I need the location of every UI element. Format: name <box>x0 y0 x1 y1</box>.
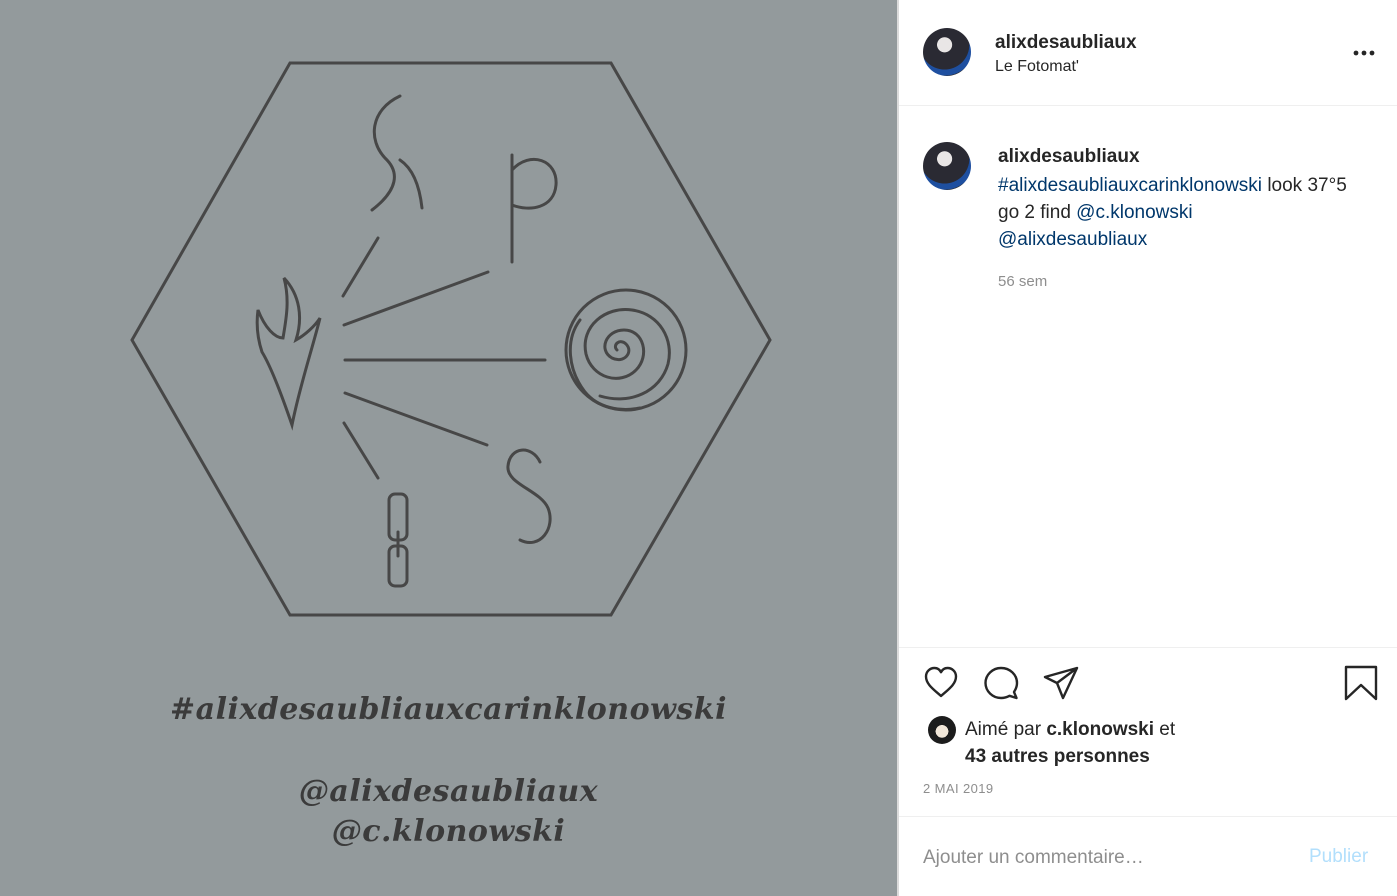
likes-middle: et <box>1154 719 1176 740</box>
more-horizontal-icon[interactable] <box>1351 40 1377 66</box>
paper-plane-icon[interactable] <box>1043 665 1079 701</box>
comment-bubble-icon[interactable] <box>983 665 1019 701</box>
flame-arrow-shape <box>255 276 322 431</box>
hexagon-outline <box>130 61 772 617</box>
image-handle-2: @c.klonowski <box>331 814 566 849</box>
header-location[interactable]: Le Fotomat' <box>995 58 1079 76</box>
liker-avatar[interactable] <box>928 716 956 744</box>
image-hashtag: #alixdesaubliauxcarinklonowski <box>170 692 727 727</box>
letter-s-top <box>370 94 424 212</box>
ray-1 <box>341 236 380 298</box>
post-image[interactable]: #alixdesaubliauxcarinklonowski @alixdesa… <box>0 0 897 896</box>
caption-username[interactable]: alixdesaubliaux <box>998 146 1140 168</box>
likes-others-link[interactable]: 43 autres personnes <box>965 746 1150 767</box>
caption-timestamp[interactable]: 56 sem <box>998 273 1047 290</box>
letter-p <box>510 153 558 264</box>
ray-4 <box>343 391 489 447</box>
likes-summary: Aimé par c.klonowski et 43 autres personn… <box>965 716 1265 770</box>
likes-prefix: Aimé par <box>965 719 1047 740</box>
caption-mention-1[interactable]: @c.klonowski <box>1076 202 1192 223</box>
caption-text: #alixdesaubliauxcarinklonowski look 37°5… <box>998 172 1358 253</box>
image-handle-1: @alixdesaubliaux <box>298 774 599 809</box>
caption-mention-2[interactable]: @alixdesaubliaux <box>998 229 1147 250</box>
bookmark-icon[interactable] <box>1343 665 1379 701</box>
comment-input[interactable] <box>923 842 1283 874</box>
publish-button[interactable]: Publier <box>1309 846 1368 868</box>
heart-icon[interactable] <box>923 665 959 701</box>
letter-s-bottom <box>506 448 552 544</box>
header-divider <box>899 105 1397 106</box>
post-side-panel: alixdesaubliaux Le Fotomat' alixdesaubli… <box>899 0 1397 896</box>
ray-2 <box>342 270 490 327</box>
header-username[interactable]: alixdesaubliaux <box>995 32 1137 54</box>
hexagon-emblem-illustration <box>130 61 772 617</box>
likes-user-link[interactable]: c.klonowski <box>1046 719 1154 740</box>
comment-divider <box>899 816 1397 817</box>
post-date[interactable]: 2 MAI 2019 <box>923 781 994 796</box>
caption-avatar[interactable] <box>923 142 971 190</box>
header-avatar[interactable] <box>923 28 971 76</box>
ray-5 <box>342 421 380 480</box>
actions-divider <box>899 647 1397 648</box>
caption-hashtag-link[interactable]: #alixdesaubliauxcarinklonowski <box>998 175 1262 196</box>
